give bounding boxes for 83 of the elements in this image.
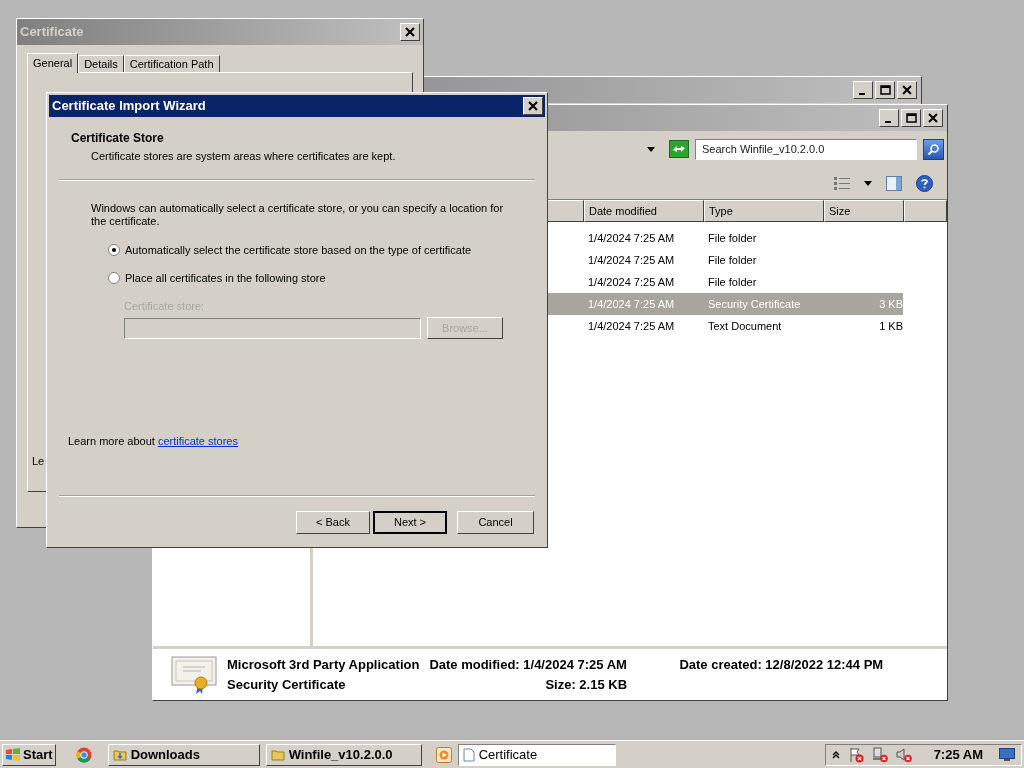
minimize-button[interactable] [879,109,899,127]
tab[interactable]: Details [78,55,124,72]
windows-logo-icon [5,747,21,762]
column-header[interactable]: Size [824,200,904,222]
dropdown-caret-icon[interactable] [864,180,872,186]
date-cell-text: 1/4/2024 7:25 AM [588,230,676,246]
size-cell: 1 KB [879,319,903,332]
tab[interactable]: General [27,53,79,73]
close-icon [928,113,938,123]
intro-text: Windows can automatically select a certificate store, or you can specify a location for the certificate. [91,201,505,228]
speaker-icon[interactable] [895,746,912,763]
page-heading: Certificate Store [71,130,165,147]
type-cell-text: Text Document [708,318,783,334]
file-type: Security Certificate [227,675,347,694]
start-button[interactable]: Start [2,743,56,766]
close-button[interactable] [523,97,543,115]
close-icon [902,85,912,95]
date-created-text: Date created: 12/8/2022 12:44 PM [679,656,884,674]
radio-button[interactable] [108,272,120,285]
search-field[interactable]: Search Winfile_v10.2.0.0 [695,138,917,160]
type-cell-text: File folder [708,230,758,246]
browser-icon[interactable] [75,746,92,763]
taskbar-button[interactable]: Downloads [107,743,260,766]
type-cell-text: Security Certificate [708,296,802,312]
dialog-button[interactable]: Next > [373,511,447,534]
close-button[interactable] [923,109,943,127]
certificate-store-field[interactable] [124,317,421,339]
panel-text: Le [32,454,45,469]
search-button[interactable] [923,138,944,160]
window-title: Certificate [20,23,84,42]
page-subheading: Certificate stores are system areas where certificates are kept. [90,149,397,164]
clock[interactable]: 7:25 AM [933,744,983,765]
radio-button[interactable] [108,243,120,256]
maximize-button[interactable] [901,109,921,127]
radio-label[interactable]: Place all certificates in the following store [125,270,326,287]
network-icon[interactable] [871,746,888,763]
size-text: Size: 2.15 KB [544,675,629,694]
column-header[interactable]: Date modified [584,200,704,222]
tab[interactable]: Certification Path [123,55,220,72]
help-icon[interactable] [916,174,933,192]
certificate-icon [171,654,217,695]
flag-icon[interactable] [847,746,864,763]
dialog-button[interactable]: Cancel [457,511,534,534]
dialog-button[interactable]: < Back [296,511,370,534]
minimize-button[interactable] [853,81,873,99]
media-player-icon[interactable] [435,746,452,763]
size-cell: 3 KB [879,297,903,310]
preview-pane-icon[interactable] [886,175,902,191]
date-cell-text: 1/4/2024 7:25 AM [588,252,676,268]
minimize-icon [859,93,865,95]
folder-icon [270,747,285,762]
refresh-button[interactable] [669,140,689,158]
maximize-button[interactable] [875,81,895,99]
date-cell-text: 1/4/2024 7:25 AM [588,296,676,312]
type-cell-text: File folder [708,274,758,290]
type-cell-text: File folder [708,252,758,268]
file-name: Microsoft 3rd Party Application [227,656,420,674]
folder-icon [112,747,127,762]
date-cell-text: 1/4/2024 7:25 AM [588,274,676,290]
document-icon [462,747,475,762]
column-header[interactable] [546,200,584,222]
chevron-up-icon[interactable] [831,750,840,759]
date-cell-text: 1/4/2024 7:25 AM [588,318,676,334]
taskbar-button[interactable]: Winfile_v10.2.0.0 [265,743,422,766]
maximize-icon [879,85,891,95]
radio-label[interactable]: Automatically select the certificate store based on the type of certificate [125,241,472,258]
certificate-stores-link[interactable]: certificate stores [157,434,238,447]
maximize-icon [905,113,917,123]
arrows-icon [672,144,686,154]
taskbar-button[interactable]: Certificate [457,743,616,766]
learn-more-text: Learn more about certificate stores [67,433,239,449]
close-button[interactable] [400,23,420,41]
window-title: Certificate Import Wizard [52,97,206,116]
column-header[interactable]: Type [704,200,824,222]
view-list-icon[interactable] [834,176,850,190]
search-icon [927,142,940,156]
minimize-icon [885,121,891,123]
desktop-icon[interactable] [999,747,1015,762]
close-button[interactable] [897,81,917,99]
dropdown-caret-icon[interactable] [647,146,655,152]
close-icon [528,101,538,111]
close-icon [405,27,415,37]
date-modified-text: Date modified: 1/4/2024 7:25 AM [429,656,628,674]
